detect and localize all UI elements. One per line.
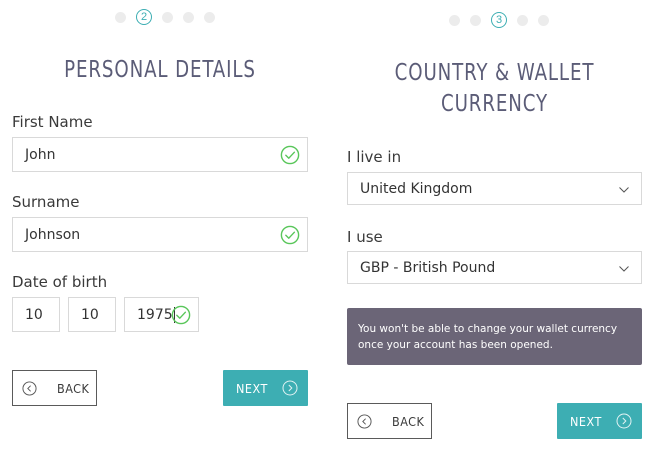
step-dot [204,11,215,23]
step-dot [115,11,126,23]
first-name-field[interactable]: John [12,137,308,172]
chevron-left-circle-icon [357,413,372,429]
page-title-line-1: COUNTRY & WALLET [394,60,595,86]
country-select[interactable]: United Kingdom [347,172,642,205]
next-button[interactable]: NEXT [223,370,308,406]
surname-field[interactable]: Johnson [12,217,308,252]
back-button-label: BACK [57,380,90,396]
page-title-line-2: CURRENCY [440,91,549,117]
surname-value: Johnson [25,226,81,243]
chevron-left-circle-icon [22,380,37,396]
page-title: PERSONAL DETAILS [64,57,256,83]
back-button-label: BACK [392,413,425,429]
chevron-right-circle-icon [282,380,298,396]
step-indicator: 2 [110,9,220,25]
currency-notice: You won't be able to change your wallet … [347,308,642,365]
chevron-down-icon [619,187,629,193]
country-label: I live in [347,148,402,166]
dob-year-value: 1975 [137,306,173,323]
dob-day-value: 10 [25,306,43,323]
chevron-right-circle-icon [616,413,632,429]
first-name-value: John [25,146,56,163]
current-step-badge: 3 [491,12,507,28]
step-dot [449,14,460,26]
country-selected-value: United Kingdom [360,180,473,197]
next-button[interactable]: NEXT [557,403,642,439]
current-step-badge: 2 [136,9,152,25]
next-button-label: NEXT [236,380,268,396]
step-dot [162,11,173,23]
dob-month-field[interactable]: 10 [68,297,116,332]
surname-label: Surname [12,193,80,211]
step-dot [538,14,549,26]
next-button-label: NEXT [570,413,602,429]
step-dot [470,14,481,26]
check-icon [280,145,300,165]
date-of-birth-label: Date of birth [12,273,108,291]
step-dot [517,14,528,26]
dob-year-field[interactable]: 1975 [124,297,199,332]
step-dot [183,11,194,23]
back-button[interactable]: BACK [347,403,432,439]
back-button[interactable]: BACK [12,370,97,406]
step-indicator: 3 [444,12,554,28]
chevron-down-icon [619,266,629,272]
check-icon [280,225,300,245]
currency-label: I use [347,228,383,246]
currency-selected-value: GBP - British Pound [360,259,496,276]
first-name-label: First Name [12,113,93,131]
check-icon [171,305,191,325]
dob-day-field[interactable]: 10 [12,297,60,332]
currency-select[interactable]: GBP - British Pound [347,251,642,284]
dob-month-value: 10 [81,306,99,323]
